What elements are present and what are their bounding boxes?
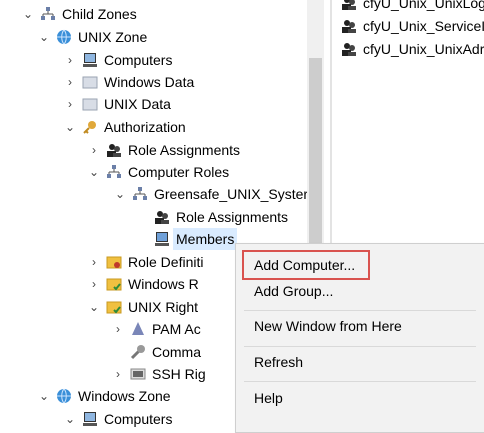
menu-item-label: New Window from Here — [254, 318, 402, 334]
folder-icon — [82, 76, 98, 89]
computer-members-icon — [155, 232, 169, 246]
menu-separator — [244, 310, 476, 311]
tree-label: Windows Zone — [78, 388, 171, 404]
tree-label: UNIX Zone — [78, 29, 148, 45]
globe-icon — [57, 29, 71, 45]
tree-label: Authorization — [104, 119, 186, 135]
folder-roles-icon — [106, 256, 122, 269]
chevron-right-icon[interactable]: › — [112, 318, 124, 340]
users-icon — [342, 43, 356, 56]
users-icon — [107, 144, 121, 157]
key-icon — [83, 121, 96, 134]
menu-item-add-computer[interactable]: Add Computer... — [236, 252, 484, 278]
tree-label: Greensafe_UNIX_Syster — [154, 186, 307, 202]
tree-label: Windows R — [128, 276, 199, 292]
computer-icon — [83, 53, 97, 67]
tree-label: Role Assignments — [128, 142, 241, 158]
pam-icon — [132, 322, 144, 335]
chevron-right-icon[interactable]: › — [64, 49, 76, 71]
chevron-right-icon[interactable]: › — [112, 363, 124, 385]
tree-label-selected: Members — [173, 228, 238, 250]
tree-label: Role Definiti — [128, 254, 204, 270]
tree-label: UNIX Right — [128, 299, 199, 315]
computer-icon — [83, 412, 97, 426]
chevron-right-icon[interactable]: › — [88, 273, 100, 295]
users-icon — [342, 20, 356, 33]
users-icon — [342, 0, 356, 10]
menu-item-label: Help — [254, 390, 283, 406]
list-item-label: cfyU_Unix_UnixLog — [363, 0, 484, 11]
folder-rights-icon — [106, 278, 122, 291]
chevron-right-icon[interactable]: › — [64, 93, 76, 115]
tree-label: PAM Ac — [152, 321, 201, 337]
tree-label: SSH Rig — [152, 366, 206, 382]
folder-icon — [82, 98, 98, 111]
tree-label: Windows Data — [104, 74, 195, 90]
computer-role-icon — [133, 187, 147, 200]
menu-item-new-window[interactable]: New Window from Here — [236, 313, 484, 339]
menu-item-add-group[interactable]: Add Group... — [236, 278, 484, 304]
menu-item-label: Refresh — [254, 354, 304, 370]
globe-icon — [57, 388, 71, 404]
tree-label: Computers — [104, 52, 173, 68]
ssh-icon — [130, 368, 146, 380]
menu-separator — [244, 381, 476, 382]
chevron-down-icon[interactable]: ⌄ — [114, 183, 126, 205]
menu-item-refresh[interactable]: Refresh — [236, 349, 484, 375]
chevron-down-icon[interactable]: ⌄ — [88, 161, 100, 183]
chevron-down-icon[interactable]: ⌄ — [88, 296, 100, 318]
computer-roles-icon — [107, 165, 121, 178]
chevron-right-icon[interactable]: › — [88, 251, 100, 273]
wrench-icon — [130, 345, 145, 360]
list-item-label: cfyU_Unix_UnixAdr — [363, 41, 484, 57]
chevron-down-icon[interactable]: ⌄ — [38, 26, 50, 48]
menu-item-label: Add Computer... — [254, 257, 356, 273]
tree-label: Role Assignments — [176, 209, 289, 225]
tree-label: Computer Roles — [128, 164, 230, 180]
chevron-down-icon[interactable]: ⌄ — [64, 408, 76, 430]
tree-label: Comma — [152, 344, 202, 360]
chevron-down-icon[interactable]: ⌄ — [38, 385, 50, 407]
chevron-right-icon[interactable]: › — [64, 71, 76, 93]
folder-rights-icon — [106, 301, 122, 314]
zones-icon — [41, 7, 55, 20]
tree-label: Computers — [104, 411, 173, 427]
tree-label: UNIX Data — [104, 96, 171, 112]
chevron-right-icon[interactable]: › — [88, 139, 100, 161]
tree-label: Child Zones — [62, 6, 137, 22]
chevron-down-icon[interactable]: ⌄ — [22, 3, 34, 25]
list-item-label: cfyU_Unix_ServiceI — [363, 18, 484, 34]
menu-item-label: Add Group... — [254, 283, 334, 299]
menu-item-help[interactable]: Help — [236, 385, 484, 411]
context-menu: Add Computer... Add Group... New Window … — [235, 243, 484, 433]
chevron-down-icon[interactable]: ⌄ — [64, 116, 76, 138]
menu-separator — [244, 346, 476, 347]
users-icon — [155, 211, 169, 224]
